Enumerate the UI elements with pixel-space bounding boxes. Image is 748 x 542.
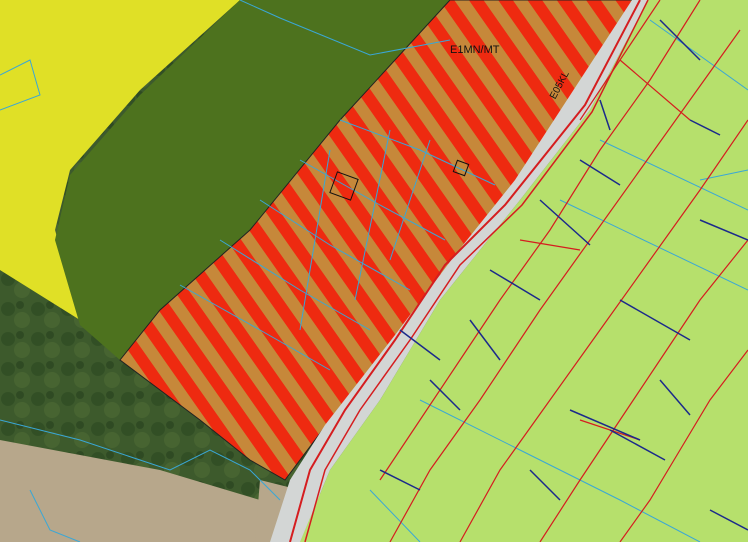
zone-label: E1MN/MT xyxy=(450,44,500,56)
map-layers xyxy=(0,0,748,542)
map-canvas[interactable]: E1MN/MT E05KL xyxy=(0,0,748,542)
